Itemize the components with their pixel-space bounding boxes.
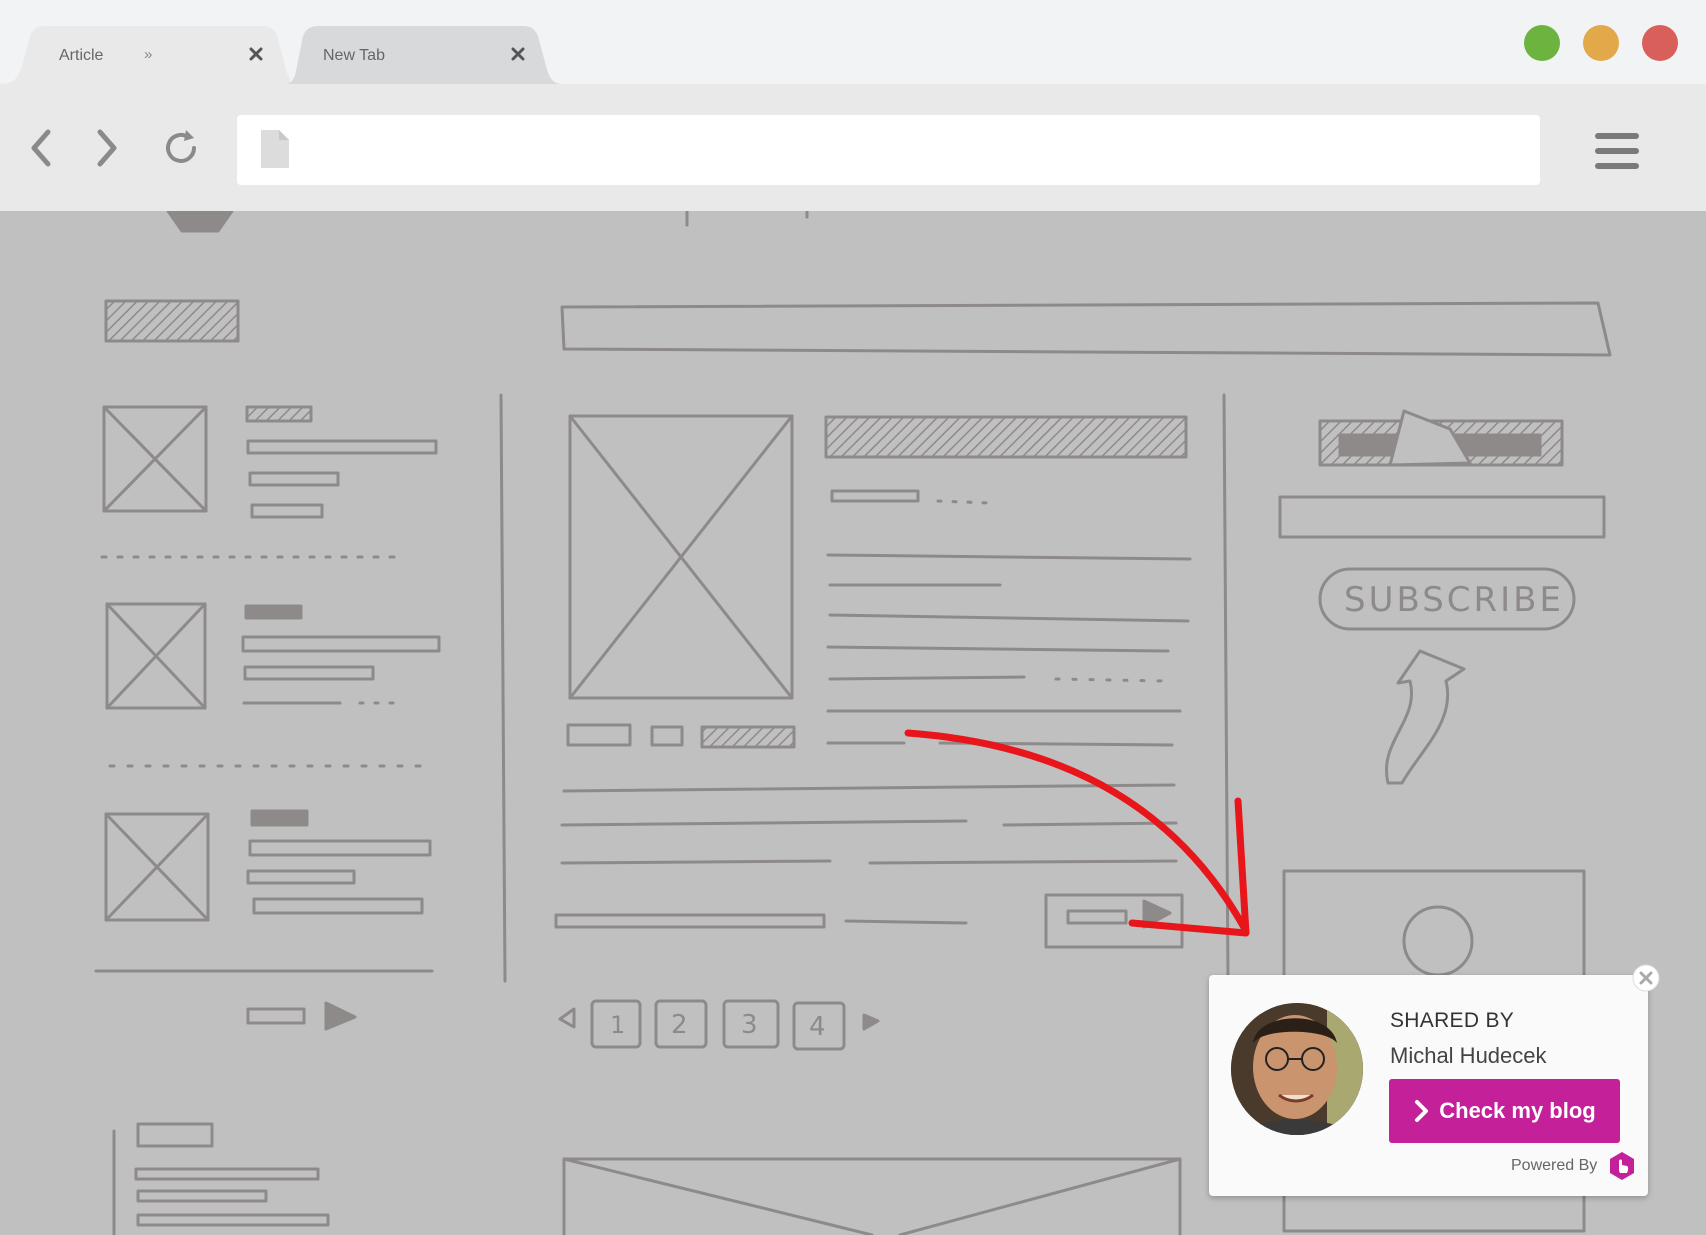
red-arrow-icon bbox=[904, 729, 1250, 937]
shared-by-label: SHARED BY bbox=[1390, 1009, 1515, 1032]
sketch-page-number: 2 bbox=[671, 1010, 688, 1040]
tab-new-tab-close-icon[interactable] bbox=[508, 44, 528, 64]
sketch-page-number: 3 bbox=[741, 1010, 758, 1040]
menu-line bbox=[1595, 148, 1639, 154]
brand-logo-icon[interactable] bbox=[1607, 1151, 1637, 1181]
back-icon[interactable] bbox=[26, 128, 56, 168]
tab-article-label: Article bbox=[59, 47, 104, 64]
author-photo bbox=[1231, 1003, 1363, 1135]
chevron-right-icon bbox=[1415, 1100, 1429, 1122]
sketch-logo bbox=[104, 299, 240, 343]
tab-bar: Article » New Tab bbox=[0, 0, 1706, 84]
tab-article-close-icon[interactable] bbox=[246, 44, 266, 64]
widget-close-icon[interactable] bbox=[1631, 963, 1661, 993]
sketch-page-number: 4 bbox=[809, 1012, 826, 1042]
author-avatar bbox=[1231, 1003, 1363, 1135]
menu-line bbox=[1595, 163, 1639, 169]
menu-line bbox=[1595, 133, 1639, 139]
tab-article-overflow-icon: » bbox=[144, 46, 153, 63]
author-name: Michal Hudecek bbox=[1390, 1043, 1547, 1068]
forward-icon[interactable] bbox=[92, 128, 122, 168]
reload-icon[interactable] bbox=[160, 126, 204, 170]
window-maximize-button[interactable] bbox=[1583, 25, 1619, 61]
check-my-blog-label: Check my blog bbox=[1439, 1098, 1596, 1123]
address-bar[interactable] bbox=[237, 115, 1540, 185]
sketch-subscribe-text: SUBSCRIBE bbox=[1344, 580, 1564, 620]
url-input[interactable] bbox=[307, 125, 1521, 177]
page-icon bbox=[261, 130, 289, 168]
window-minimize-button[interactable] bbox=[1524, 25, 1560, 61]
shared-by-widget: SHARED BY Michal Hudecek Check my blog P… bbox=[1209, 964, 1660, 1196]
tab-article[interactable]: Article » bbox=[0, 26, 290, 84]
check-my-blog-button[interactable]: Check my blog bbox=[1389, 1079, 1620, 1143]
powered-by-label: Powered By bbox=[1511, 1157, 1598, 1174]
window-close-button[interactable] bbox=[1642, 25, 1678, 61]
sketch-page-number: 1 bbox=[610, 1011, 625, 1039]
tab-new-tab-label: New Tab bbox=[323, 47, 385, 64]
tab-new-tab[interactable]: New Tab bbox=[283, 26, 563, 84]
browser-toolbar bbox=[0, 84, 1706, 211]
hamburger-menu-icon[interactable] bbox=[1595, 133, 1641, 173]
